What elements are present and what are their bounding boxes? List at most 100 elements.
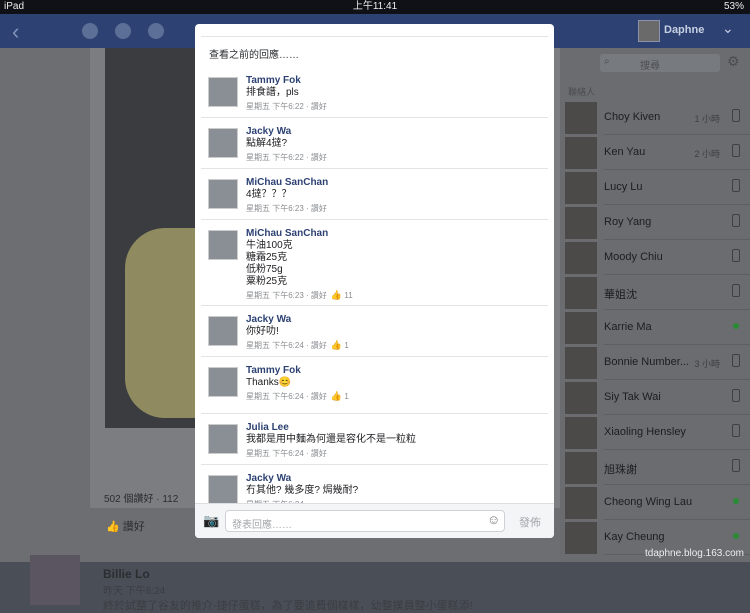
avatar[interactable] xyxy=(208,230,238,260)
thumb-icon: 👍 xyxy=(330,290,343,300)
like-button[interactable]: 👍 讚好 xyxy=(106,518,145,534)
like-label: 讚好 xyxy=(122,521,145,533)
contact-name: Lucy Lu xyxy=(604,181,643,193)
comment-like-link[interactable]: 讚好 xyxy=(311,341,327,350)
comment-like-link[interactable]: 讚好 xyxy=(311,204,327,213)
sidebar-contact[interactable]: Bonnie Number... 3 小時 xyxy=(565,345,750,380)
sidebar-contact[interactable]: Choy Kiven 1 小時 xyxy=(565,100,750,135)
comment-text: 點解4撻? xyxy=(246,138,288,149)
comment-like-count: 1 xyxy=(344,341,349,350)
comment-item: Julia Lee 我都是用中麵為何還是容化不是一粒粒 星期五 下午6:24 · 讚… xyxy=(195,414,554,465)
avatar[interactable] xyxy=(208,128,238,158)
sidebar-contact[interactable]: Karrie Ma xyxy=(565,310,750,345)
sidebar-contact[interactable]: Lucy Lu xyxy=(565,170,750,205)
avatar xyxy=(565,102,597,134)
avatar[interactable] xyxy=(208,316,238,346)
camera-icon[interactable]: 📷 xyxy=(203,513,219,529)
comment-author[interactable]: Jacky Wa xyxy=(246,473,291,484)
avatar xyxy=(565,522,597,554)
comment-text: 4撻？？？ xyxy=(246,189,292,200)
comment-like-link[interactable]: 讚好 xyxy=(311,153,327,162)
messages-icon[interactable] xyxy=(115,23,131,39)
sidebar-contact[interactable]: Moody Chiu xyxy=(565,240,750,275)
battery-level: 53% xyxy=(723,1,744,12)
comment-meta: 星期五 下午6:22 · 讚好 xyxy=(246,153,327,162)
avatar xyxy=(565,417,597,449)
comment-meta: 星期五 下午6:24 · 讚好 👍 1 xyxy=(246,391,349,401)
clock: 上午11:41 xyxy=(352,1,398,12)
contact-name: Bonnie Number... xyxy=(604,356,689,368)
comment-author[interactable]: Jacky Wa xyxy=(246,314,291,325)
avatar[interactable] xyxy=(208,424,238,454)
avatar[interactable] xyxy=(30,555,80,605)
contact-last-active: 2 小時 xyxy=(694,149,720,159)
view-previous-comments[interactable]: 查看之前的回應…… xyxy=(209,46,299,61)
comment-like-link[interactable]: 讚好 xyxy=(311,291,327,300)
search-placeholder: 搜尋 xyxy=(640,61,660,72)
sidebar-contact[interactable]: Roy Yang xyxy=(565,205,750,240)
comment-author[interactable]: MiChau SanChan xyxy=(246,228,328,239)
avatar[interactable] xyxy=(208,367,238,397)
avatar[interactable] xyxy=(638,20,660,42)
friends-icon[interactable] xyxy=(82,23,98,39)
avatar xyxy=(565,347,597,379)
search-input[interactable]: ⌕ 搜尋 xyxy=(600,54,720,72)
comment-like-count: 11 xyxy=(344,291,353,300)
comment-author[interactable]: Jacky Wa xyxy=(246,126,291,137)
mobile-icon xyxy=(732,214,740,227)
contact-name: Karrie Ma xyxy=(604,321,652,333)
comment-author[interactable]: Tammy Fok xyxy=(246,75,301,86)
back-icon[interactable]: ‹ xyxy=(12,19,19,45)
post-author[interactable]: Billie Lo xyxy=(103,567,150,581)
comment-author[interactable]: MiChau SanChan xyxy=(246,177,328,188)
comment-time: 星期五 下午6:24 xyxy=(246,449,304,458)
sidebar-contact[interactable]: 華姐沈 xyxy=(565,275,750,310)
online-dot-icon xyxy=(733,498,739,504)
contact-name: 華姐沈 xyxy=(604,289,637,301)
comment-composer: 📷 發表回應…… ☺ 發佈 xyxy=(195,503,554,538)
comment-time: 星期五 下午6:23 xyxy=(246,291,304,300)
sidebar-contact[interactable]: 旭珠謝 xyxy=(565,450,750,485)
comment-like-link[interactable]: 讚好 xyxy=(311,102,327,111)
contact-name: Cheong Wing Lau xyxy=(604,496,693,508)
contact-name: Moody Chiu xyxy=(604,251,663,263)
comment-meta: 星期五 下午6:23 · 讚好 👍 11 xyxy=(246,290,353,300)
avatar[interactable] xyxy=(208,77,238,107)
comment-item: Tammy Fok 排食譜，pls 星期五 下午6:22 · 讚好 xyxy=(195,67,554,118)
sidebar-contact[interactable]: Cheong Wing Lau xyxy=(565,485,750,520)
chevron-down-icon[interactable]: ⌄ xyxy=(722,20,734,37)
send-button[interactable]: 發佈 xyxy=(519,514,541,530)
sidebar-contact[interactable]: Siy Tak Wai xyxy=(565,380,750,415)
likes-count[interactable]: 502 個讚好 · 112 xyxy=(104,490,178,505)
comment-item: Jacky Wa 點解4撻? 星期五 下午6:22 · 讚好 xyxy=(195,118,554,169)
watermark: tdaphne.blog.163.com xyxy=(645,548,744,559)
emoji-icon[interactable]: ☺ xyxy=(487,512,500,527)
avatar[interactable] xyxy=(208,179,238,209)
contact-name: Xiaoling Hensley xyxy=(604,426,686,438)
sidebar-contact[interactable]: Ken Yau 2 小時 xyxy=(565,135,750,170)
comment-item: Jacky Wa 你好叻! 星期五 下午6:24 · 讚好 👍 1 xyxy=(195,306,554,357)
comment-text: 我都是用中麵為何還是容化不是一粒粒 xyxy=(246,434,416,445)
comment-like-link[interactable]: 讚好 xyxy=(311,392,327,401)
comment-text: 排食譜，pls xyxy=(246,87,299,98)
avatar xyxy=(565,207,597,239)
contact-last-active: 1 小時 xyxy=(694,114,720,124)
comment-author[interactable]: Julia Lee xyxy=(246,422,289,433)
comment-time: 星期五 下午6:22 xyxy=(246,102,304,111)
comment-input[interactable]: 發表回應…… xyxy=(225,510,505,532)
comment-like-link[interactable]: 讚好 xyxy=(311,449,327,458)
avatar[interactable] xyxy=(208,475,238,505)
avatar xyxy=(565,382,597,414)
comment-author[interactable]: Tammy Fok xyxy=(246,365,301,376)
comment-meta: 星期五 下午6:22 · 讚好 xyxy=(246,102,327,111)
comments-dialog: 查看之前的回應…… Tammy Fok 排食譜，pls 星期五 下午6:22 · 讚… xyxy=(195,24,554,538)
mobile-icon xyxy=(732,389,740,402)
sidebar-contact[interactable]: Xiaoling Hensley xyxy=(565,415,750,450)
user-name[interactable]: Daphne xyxy=(664,24,704,36)
gear-icon[interactable]: ⚙ xyxy=(727,53,740,70)
comment-time: 星期五 下午6:23 xyxy=(246,204,304,213)
thumb-icon: 👍 xyxy=(330,340,343,350)
notifications-icon[interactable] xyxy=(148,23,164,39)
avatar xyxy=(565,172,597,204)
comment-time: 星期五 下午6:22 xyxy=(246,153,304,162)
